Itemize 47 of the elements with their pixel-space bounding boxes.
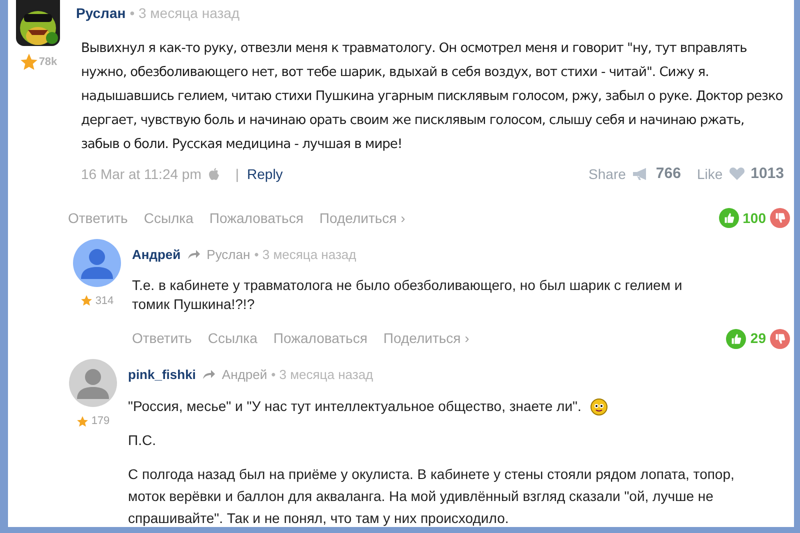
action-link[interactable]: Поделиться › [319, 208, 406, 228]
action-link[interactable]: Пожаловаться [209, 208, 304, 228]
thumb-up-icon[interactable] [726, 328, 746, 348]
vote-score: 29 [750, 329, 766, 348]
thumb-up-icon[interactable] [718, 208, 739, 228]
user-rating: 78k [38, 54, 58, 70]
user-rating: 179 [91, 414, 110, 429]
reply-arrow-icon [186, 248, 201, 260]
heart-icon[interactable] [728, 167, 745, 182]
reply-to-name[interactable]: Руслан [206, 244, 250, 264]
action-link[interactable]: Ссылка [208, 328, 258, 349]
user-rating: 314 [95, 294, 114, 308]
apple-icon [209, 168, 220, 180]
reply-to-name[interactable]: Андрей [222, 365, 268, 384]
share-label[interactable]: Share [588, 164, 626, 185]
comment-text: Т.е. в кабинете у травматолога не было обезболивающего, но был шарик с гелием и томик Пушкина!?!? [132, 276, 684, 314]
thumb-down-icon[interactable] [770, 328, 790, 348]
comment-text: Вывихнул я как-то руку, отвезли меня к травматологу. Он осмотрел меня и говорит "ну, тут вправлять нужно, обезболивающего нет, вот тебе шарик, вдыхай в себя воздух, вот стихи - читай". Сижу я. надышавшись гелием, читаю стихи Пушкина угарным писклявым голосом, ржу, забыл о руке. Доктор резко дергает, чувствую боль и начинаю орать своим же писклявым голосом, слышу себя и начинаю ржать, забыв о боли. Русская медицина - лучшая в мире! [80, 40, 784, 154]
action-link[interactable]: Ответить [68, 208, 128, 228]
star-icon [18, 52, 39, 72]
action-link[interactable]: Поделиться › [383, 328, 470, 349]
post-time: • 3 месяца назад [271, 366, 374, 384]
action-link[interactable]: Пожаловаться [273, 328, 368, 349]
star-icon [80, 294, 94, 308]
action-link[interactable]: Ответить [132, 328, 192, 349]
author-name[interactable]: Андрей [132, 244, 181, 264]
share-count: 766 [656, 164, 681, 184]
separator-text: | [235, 164, 240, 184]
reply-arrow-icon [202, 369, 216, 380]
like-label[interactable]: Like [696, 164, 723, 185]
reply-link[interactable]: Reply [247, 164, 283, 185]
vote-score: 100 [742, 208, 766, 228]
avatar-drawing [16, 0, 60, 46]
post-time: • 3 месяца назад [130, 4, 240, 23]
thumb-down-icon[interactable] [770, 208, 790, 228]
avatar-icon [69, 359, 117, 407]
comment-text: П.С. [128, 430, 157, 450]
comment-text: С полгода назад был на приёме у окулиста. В кабинете у стены стояли рядом лопата, топор, моток верёвки и баллон для акваланга. На мой удивлённый взгляд сказали "ой, лучше не спрашивайте". Так и не понял, что там у них происходило. [128, 464, 736, 527]
post-time: • 3 месяца назад [254, 246, 356, 264]
post-date: 16 Mar at 11:24 pm [81, 164, 202, 184]
author-name[interactable]: pink_fishki [128, 365, 196, 384]
action-link[interactable]: Ссылка [144, 208, 194, 228]
like-count: 1013 [750, 164, 784, 184]
comment-text: "Россия, месье" и "У нас тут интеллектуальное общество, знаете ли". [128, 396, 582, 416]
avatar-icon [73, 238, 121, 286]
author-name[interactable]: Руслан [76, 3, 126, 24]
star-icon [76, 414, 90, 428]
